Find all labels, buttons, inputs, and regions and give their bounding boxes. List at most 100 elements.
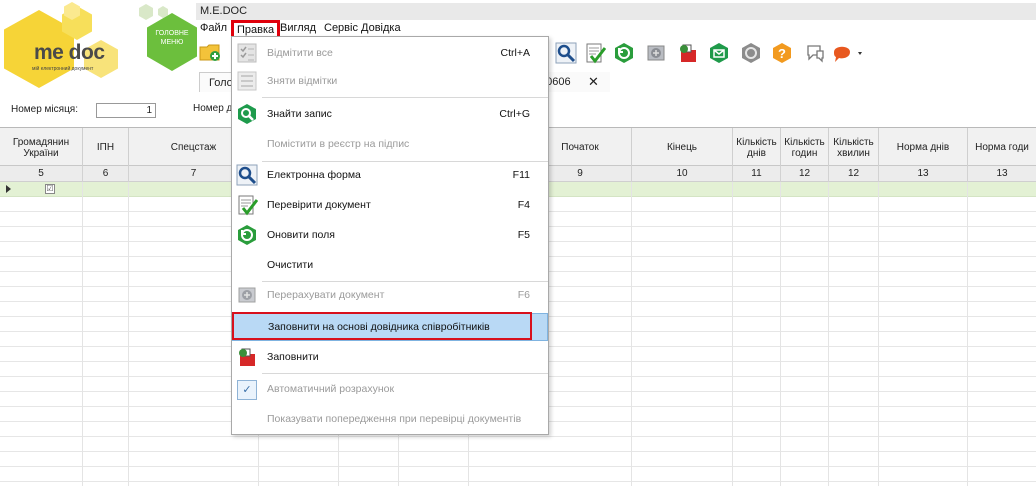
title-bar: M.E.DOC bbox=[196, 3, 1036, 20]
fill-icon bbox=[236, 346, 258, 368]
close-icon[interactable]: ✕ bbox=[588, 74, 599, 90]
uncheck-list-icon bbox=[236, 70, 258, 92]
svg-text:?: ? bbox=[778, 46, 786, 61]
column-number: 12 bbox=[781, 166, 829, 182]
menu-item-fill[interactable]: Заповнити bbox=[232, 343, 548, 371]
menu-separator bbox=[262, 97, 548, 98]
column-number: 10 bbox=[632, 166, 733, 182]
menu-item-show-warnings[interactable]: Показувати попередження при перевірці до… bbox=[232, 405, 548, 433]
row-pointer-icon bbox=[6, 185, 11, 193]
envelope-icon[interactable] bbox=[708, 42, 730, 64]
recalculate-icon[interactable] bbox=[645, 42, 667, 64]
tab-main-label: Голо bbox=[209, 77, 233, 89]
menu-item-shortcut: F5 bbox=[517, 229, 530, 241]
menu-separator bbox=[262, 373, 548, 374]
search-icon[interactable] bbox=[555, 42, 577, 64]
month-input[interactable]: 1 bbox=[96, 103, 156, 118]
grid-line bbox=[878, 182, 879, 486]
fill-icon[interactable] bbox=[677, 42, 699, 64]
menu-item-refresh-fields[interactable]: Оновити поля F5 bbox=[232, 221, 548, 249]
column-header[interactable]: Норма годи bbox=[968, 128, 1036, 167]
logo-text: me doc bbox=[34, 41, 105, 64]
menu-item-label: Заповнити bbox=[267, 351, 319, 363]
menu-item-label: Оновити поля bbox=[267, 229, 335, 241]
logo-subtitle: мій електронний документ bbox=[32, 66, 94, 72]
column-header[interactable]: Кількість годин bbox=[781, 128, 829, 167]
window-title: M.E.DOC bbox=[200, 5, 248, 17]
menu-item-shortcut: F4 bbox=[517, 199, 530, 211]
menu-item-label: Електронна форма bbox=[267, 169, 361, 181]
column-header[interactable]: Норма днів bbox=[879, 128, 968, 167]
column-header[interactable]: ІПН bbox=[83, 128, 129, 167]
menu-item-clear[interactable]: Очистити bbox=[232, 251, 548, 279]
column-number: 6 bbox=[83, 166, 129, 182]
check-document-icon bbox=[236, 194, 259, 216]
grid-line bbox=[828, 182, 829, 486]
menu-view[interactable]: Вигляд bbox=[280, 22, 316, 34]
menu-item-uncheck-all[interactable]: Зняти відмітки bbox=[232, 67, 548, 95]
menu-item-label: Очистити bbox=[267, 259, 314, 271]
menu-item-check-document[interactable]: Перевірити документ F4 bbox=[232, 191, 548, 219]
menu-item-label: Помістити в реєстр на підпис bbox=[267, 138, 410, 150]
menu-item-electronic-form[interactable]: Електронна форма F11 bbox=[232, 161, 548, 189]
settings-badge-icon[interactable] bbox=[740, 42, 762, 64]
refresh-icon[interactable] bbox=[613, 42, 635, 64]
column-header[interactable]: Кінець bbox=[632, 128, 733, 167]
tab-document[interactable]: 10606 ✕ bbox=[540, 72, 610, 92]
feedback-icon[interactable] bbox=[832, 42, 864, 64]
find-record-icon bbox=[236, 103, 258, 125]
menu-item-shortcut: Ctrl+G bbox=[499, 108, 530, 120]
column-number: 5 bbox=[0, 166, 83, 182]
menu-service[interactable]: Сервіс bbox=[324, 22, 358, 34]
menu-item-add-to-sign-registry[interactable]: Помістити в реєстр на підпис bbox=[232, 130, 548, 158]
menu-item-recalculate[interactable]: Перерахувати документ F6 bbox=[232, 281, 548, 309]
menu-item-find-record[interactable]: Знайти запис Ctrl+G bbox=[232, 100, 548, 128]
menu-item-shortcut: Ctrl+A bbox=[500, 47, 530, 59]
checklist-icon bbox=[236, 42, 258, 64]
number-label: Номер д bbox=[193, 103, 233, 114]
menu-item-select-all[interactable]: Відмітити все Ctrl+A bbox=[232, 39, 548, 67]
menu-item-shortcut: F6 bbox=[517, 289, 530, 301]
checkmark-icon: ✓ bbox=[237, 380, 257, 400]
grid-line bbox=[967, 182, 968, 486]
electronic-form-icon bbox=[236, 164, 258, 186]
home-hex-decor bbox=[139, 4, 153, 20]
new-document-icon[interactable] bbox=[199, 42, 223, 62]
menu-item-shortcut: F11 bbox=[512, 169, 530, 181]
refresh-fields-icon bbox=[236, 224, 258, 246]
recalculate-icon bbox=[236, 284, 258, 306]
menu-help[interactable]: Довідка bbox=[361, 22, 401, 34]
column-number: 13 bbox=[996, 168, 1008, 179]
table-row[interactable] bbox=[0, 467, 1036, 482]
grid-line bbox=[631, 182, 632, 486]
grid-line bbox=[732, 182, 733, 486]
column-header[interactable]: Кількість днів bbox=[733, 128, 781, 167]
menu-item-label: Перерахувати документ bbox=[267, 289, 385, 301]
menu-item-label: Відмітити все bbox=[267, 47, 333, 59]
grid-line bbox=[780, 182, 781, 486]
row-checkbox[interactable]: ☑ bbox=[45, 184, 55, 194]
home-menu-label[interactable]: ГОЛОВНЕ МЕНЮ bbox=[150, 29, 194, 47]
grid-line bbox=[128, 182, 129, 486]
menu-item-label: Знайти запис bbox=[267, 108, 332, 120]
menu-item-label: Показувати попередження при перевірці до… bbox=[267, 413, 522, 425]
annotation-highlight-box bbox=[232, 312, 532, 340]
column-header[interactable]: Кількість хвилин bbox=[829, 128, 879, 167]
table-row[interactable] bbox=[0, 452, 1036, 467]
check-document-icon[interactable] bbox=[584, 42, 607, 64]
edit-dropdown-menu: Відмітити все Ctrl+A Зняти відмітки Знай… bbox=[231, 36, 549, 435]
month-label: Номер місяця: bbox=[11, 104, 78, 115]
menu-item-label: Перевірити документ bbox=[267, 199, 371, 211]
grid-line bbox=[82, 182, 83, 486]
table-row[interactable] bbox=[0, 437, 1036, 452]
menu-file[interactable]: Файл bbox=[200, 22, 227, 34]
column-number: 13 bbox=[879, 166, 968, 182]
chat-icon[interactable] bbox=[804, 42, 826, 64]
column-number: 11 bbox=[733, 166, 781, 182]
help-icon[interactable]: ? bbox=[771, 42, 793, 64]
column-header[interactable]: Громадянин України bbox=[0, 128, 83, 167]
menu-item-label: Автоматичний розрахунок bbox=[267, 383, 395, 395]
menu-item-auto-calculation[interactable]: ✓ Автоматичний розрахунок bbox=[232, 375, 548, 403]
menu-item-label: Зняти відмітки bbox=[267, 75, 338, 87]
column-number: 12 bbox=[829, 166, 879, 182]
